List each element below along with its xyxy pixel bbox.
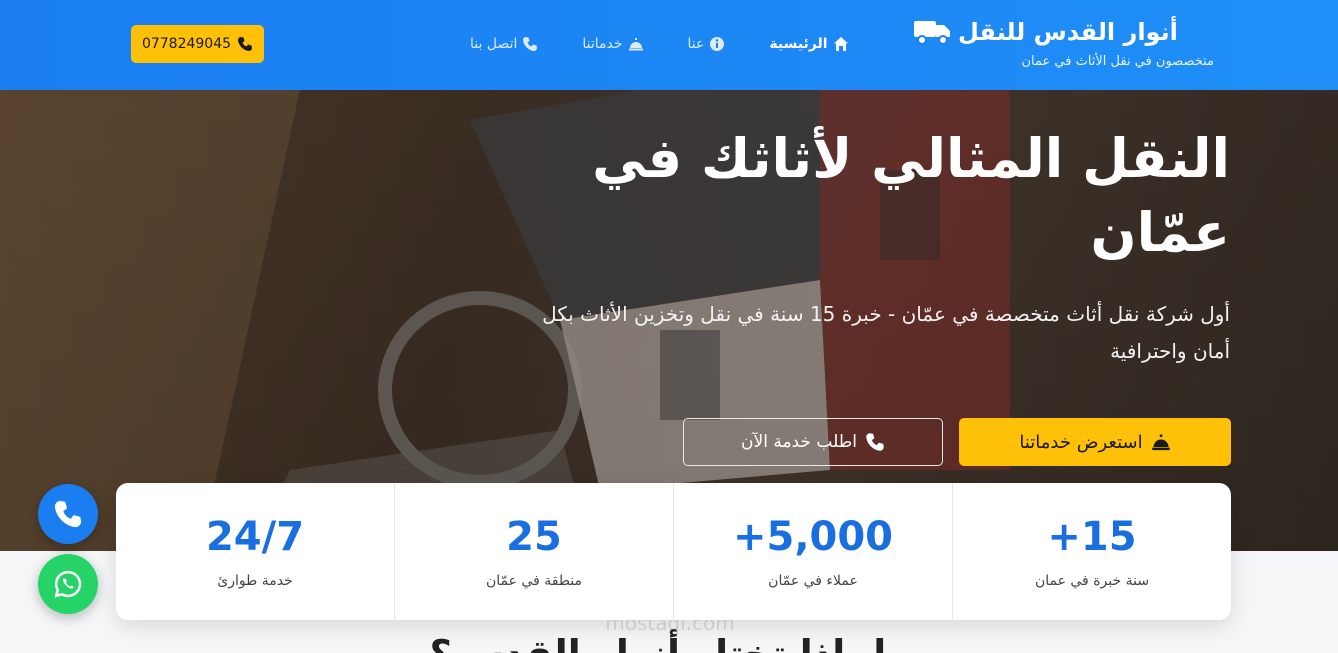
nav-link-label: اتصل بنا <box>470 36 518 52</box>
request-service-button[interactable]: اطلب خدمة الآن <box>683 418 943 466</box>
phone-number: 0778249045 <box>141 36 232 52</box>
phone-icon <box>238 37 253 51</box>
floating-call-button[interactable] <box>38 484 98 544</box>
stat-label: خدمة طوارئ <box>217 573 293 589</box>
stat-label: عملاء في عمّان <box>768 573 858 589</box>
hero-title: النقل المثالي لأثاثك في عمّان <box>592 127 1230 264</box>
home-icon <box>833 37 848 51</box>
phone-icon <box>54 500 82 528</box>
brand-subtitle: متخصصون في نقل الأثاث في عمان <box>1021 54 1214 69</box>
nav-link-label: عنا <box>687 36 705 52</box>
view-services-button[interactable]: استعرض خدماتنا <box>959 418 1231 466</box>
stat-item: 25 منطقة في عمّان <box>394 483 673 620</box>
request-service-label: اطلب خدمة الآن <box>741 432 857 452</box>
hero-section: النقل المثالي لأثاثك في عمّان أول شركة ن… <box>0 90 1338 551</box>
info-icon <box>710 37 725 51</box>
section-heading: لماذا تختار أنوار القدس؟ <box>278 628 1038 653</box>
stat-value: 25 <box>506 514 562 560</box>
view-services-label: استعرض خدماتنا <box>1019 431 1143 453</box>
brand-name: أنوار القدس للنقل <box>958 18 1178 46</box>
nav-link-about[interactable]: عنا <box>688 36 726 52</box>
concierge-bell-icon <box>1151 434 1170 451</box>
stat-value: 24/7 <box>205 514 305 560</box>
stats-card: +15 سنة خبرة في عمان +5,000 عملاء في عمّ… <box>116 483 1231 620</box>
hero-description: أول شركة نقل أثاث متخصصة في عمّان - خبرة… <box>542 302 1230 363</box>
phone-icon <box>866 433 884 451</box>
whatsapp-icon <box>54 570 82 598</box>
nav-link-home[interactable]: الرئيسية <box>769 36 848 52</box>
nav-link-services[interactable]: خدماتنا <box>582 36 643 52</box>
nav-link-label: خدماتنا <box>582 36 623 52</box>
nav-link-label: الرئيسية <box>769 36 828 52</box>
navbar: أنوار القدس للنقل متخصصون في نقل الأثاث … <box>0 0 1338 90</box>
phone-button[interactable]: 0778249045 <box>131 25 264 63</box>
stat-label: سنة خبرة في عمان <box>1034 573 1150 589</box>
stat-item: 24/7 خدمة طوارئ <box>116 483 394 620</box>
stat-label: منطقة في عمّان <box>485 573 583 589</box>
stat-item: +15 سنة خبرة في عمان <box>952 483 1231 620</box>
brand-title[interactable]: أنوار القدس للنقل <box>914 14 1214 50</box>
truck-icon <box>914 21 950 45</box>
phone-icon <box>523 37 538 51</box>
stat-value: +5,000 <box>732 514 894 560</box>
floating-whatsapp-button[interactable] <box>38 554 98 614</box>
stat-item: +5,000 عملاء في عمّان <box>673 483 952 620</box>
concierge-bell-icon <box>628 38 643 51</box>
brand[interactable]: أنوار القدس للنقل متخصصون في نقل الأثاث … <box>914 14 1214 69</box>
nav-links: الرئيسية عنا خدماتنا اتصل بنا <box>470 30 849 58</box>
nav-link-contact[interactable]: اتصل بنا <box>470 36 538 52</box>
stat-value: +15 <box>1047 514 1137 560</box>
